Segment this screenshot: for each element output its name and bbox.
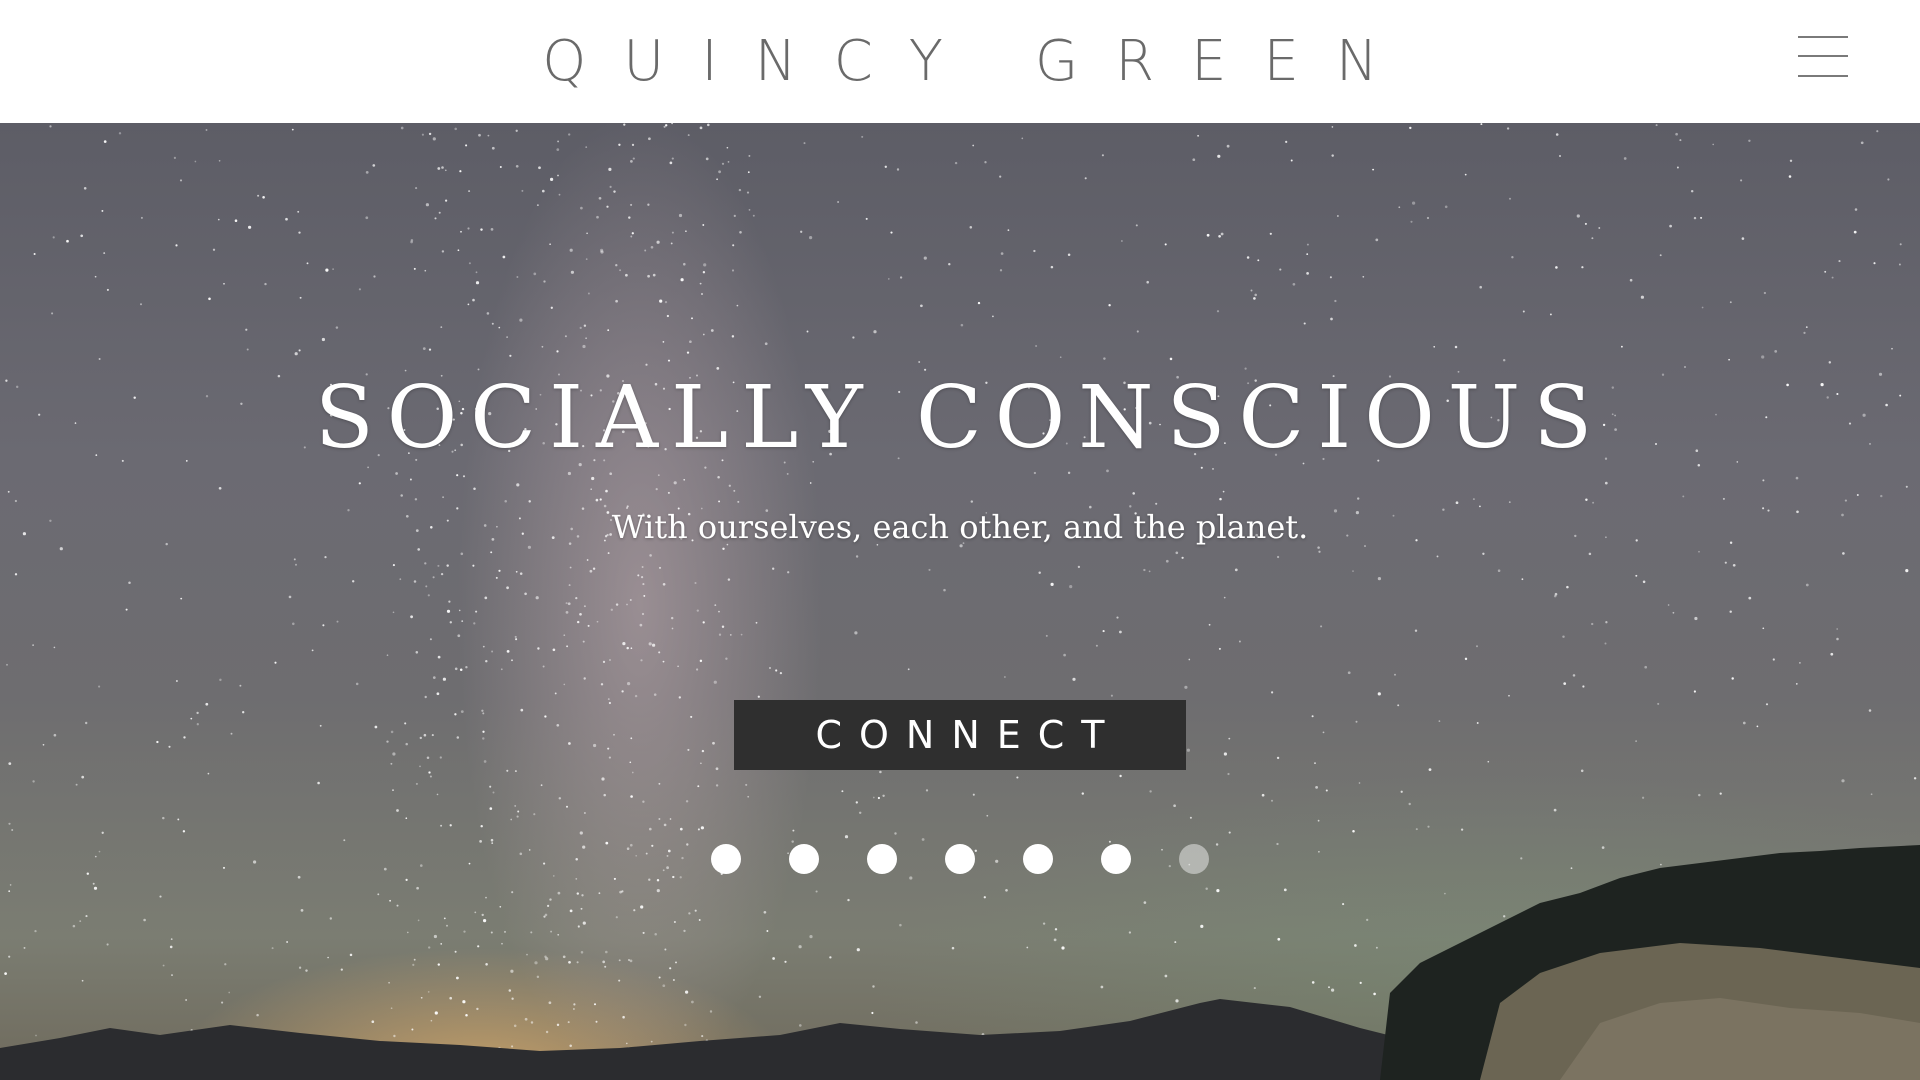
hero-section: SOCIALLY CONSCIOUS With ourselves, each … [0, 123, 1920, 1080]
slider-dot-2[interactable] [789, 844, 819, 874]
menu-bar-middle [1798, 55, 1848, 57]
slider-dot-3[interactable] [867, 844, 897, 874]
mountain-silhouette [0, 845, 1920, 1080]
slider-dot-1[interactable] [711, 844, 741, 874]
menu-bar-top [1798, 36, 1848, 38]
brand-logo[interactable]: QUINCY GREEN [0, 0, 1920, 123]
connect-button[interactable]: CONNECT [734, 700, 1186, 770]
slider-dot-6[interactable] [1101, 844, 1131, 874]
slider-dot-5[interactable] [1023, 844, 1053, 874]
slider-dots [711, 844, 1211, 874]
menu-bar-bottom [1798, 75, 1848, 77]
hero-title: SOCIALLY CONSCIOUS [314, 368, 1606, 468]
site-header: QUINCY GREEN [0, 0, 1920, 123]
slider-dot-4[interactable] [945, 844, 975, 874]
slider-dot-7[interactable] [1179, 844, 1209, 874]
hamburger-menu-icon[interactable] [1798, 36, 1848, 78]
hero-subtitle: With ourselves, each other, and the plan… [611, 508, 1309, 546]
